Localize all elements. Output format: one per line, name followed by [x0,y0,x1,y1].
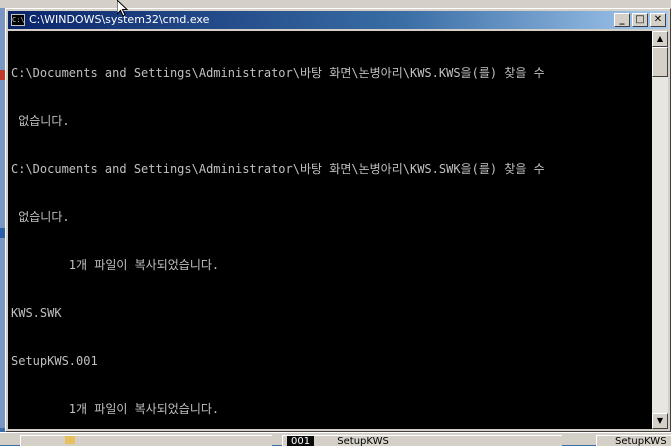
cmd-app-icon[interactable]: C:\ [11,14,25,26]
taskbar-button-setupkws-001[interactable]: 001 SetupKWS [282,435,562,446]
scroll-down-arrow-icon[interactable]: ▼ [652,413,668,429]
console-line: C:\Documents and Settings\Administrator\… [11,66,545,80]
console-lines: C:\Documents and Settings\Administrator\… [11,33,545,429]
close-button[interactable]: ✕ [650,13,666,27]
console-output[interactable]: C:\Documents and Settings\Administrator\… [8,31,652,429]
folder-icon [65,436,75,444]
console-line: 1개 파일이 복사되었습니다. [11,402,220,416]
mouse-pointer-icon [117,0,129,17]
vertical-scrollbar[interactable]: ▲ ▼ [652,31,668,429]
title-bar[interactable]: C:\ C:\WINDOWS\system32\cmd.exe _ □ ✕ [8,11,668,29]
maximize-button[interactable]: □ [632,13,648,27]
scroll-up-arrow-icon[interactable]: ▲ [652,31,668,47]
taskbar: 001 SetupKWS SetupKWS [0,432,671,446]
console-line: 없습니다. [11,210,70,224]
console-line: KWS.SWK [11,306,62,320]
cmd-window: C:\ C:\WINDOWS\system32\cmd.exe _ □ ✕ C:… [5,8,671,432]
taskbar-button-setupkws[interactable]: SetupKWS [596,435,671,446]
scrollbar-thumb[interactable] [652,47,668,77]
taskbar-button[interactable] [20,435,272,446]
desktop-top-strip [0,0,671,8]
console-line: C:\Documents and Settings\Administrator\… [11,162,545,176]
console-line: SetupKWS.001 [11,354,98,368]
console-line: 1개 파일이 복사되었습니다. [11,258,220,272]
minimize-button[interactable]: _ [614,13,630,27]
console-line: 없습니다. [11,114,70,128]
